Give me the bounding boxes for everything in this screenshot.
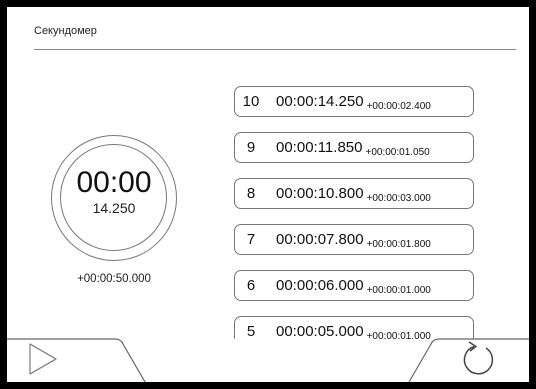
lap-time: 00:00:14.250 — [276, 93, 364, 110]
lap-delta: +00:00:01.050 — [365, 147, 430, 158]
lap-item: 10 00:00:14.250 +00:00:02.400 — [234, 86, 474, 117]
lap-list[interactable]: 10 00:00:14.250 +00:00:02.400 9 00:00:11… — [234, 86, 476, 339]
lap-number: 7 — [246, 231, 256, 248]
bottom-bar — [7, 334, 529, 382]
lap-delta: +00:00:01.800 — [366, 239, 431, 250]
lap-delta: +00:00:01.000 — [366, 285, 431, 296]
reset-icon — [463, 341, 494, 375]
lap-time: 00:00:10.800 — [276, 185, 364, 202]
bottom-bar-outline — [7, 338, 529, 382]
stopwatch-dial: 00:00 14.250 — [51, 135, 177, 261]
lap-delta: +00:00:03.000 — [366, 193, 431, 204]
lap-number: 8 — [246, 185, 256, 202]
lap-item: 6 00:00:06.000 +00:00:01.000 — [234, 270, 474, 301]
lap-time: 00:00:11.850 — [276, 139, 363, 156]
reset-button[interactable] — [457, 339, 501, 379]
lap-number: 6 — [246, 277, 256, 294]
lap-time: 00:00:07.800 — [276, 231, 364, 248]
stopwatch-screen: Секундомер 00:00 14.250 +00:00:50.000 10… — [7, 7, 529, 382]
lap-item: 7 00:00:07.800 +00:00:01.800 — [234, 224, 474, 255]
total-time: +00:00:50.000 — [77, 273, 151, 285]
play-icon — [29, 343, 57, 375]
app-title: Секундомер — [34, 25, 97, 37]
title-divider — [34, 49, 516, 50]
lap-time: 00:00:06.000 — [276, 277, 364, 294]
lap-delta: +00:00:02.400 — [366, 101, 431, 112]
lap-number: 9 — [246, 139, 256, 156]
lap-item: 9 00:00:11.850 +00:00:01.050 — [234, 132, 474, 163]
play-button[interactable] — [21, 339, 65, 379]
lap-item: 8 00:00:10.800 +00:00:03.000 — [234, 178, 474, 209]
dial-sub-time: 14.250 — [92, 200, 136, 216]
lap-number: 10 — [242, 93, 260, 110]
dial-main-time: 00:00 — [76, 166, 152, 199]
